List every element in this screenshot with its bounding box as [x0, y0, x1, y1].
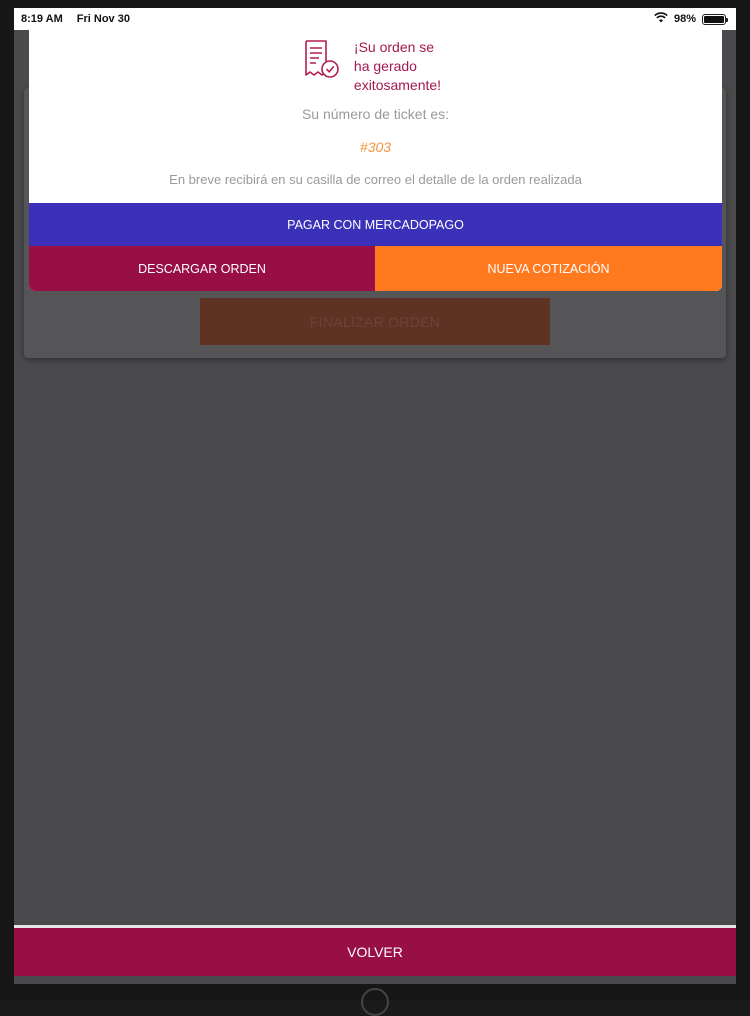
- finalize-order-button: FINALIZAR ORDEN: [200, 298, 550, 345]
- download-order-button[interactable]: DESCARGAR ORDEN: [29, 246, 375, 291]
- home-button[interactable]: [361, 988, 389, 1016]
- new-quote-button[interactable]: NUEVA COTIZACIÓN: [375, 246, 722, 291]
- status-time: 8:19 AM: [21, 13, 63, 25]
- pay-mercadopago-button[interactable]: PAGAR CON MERCADOPAGO: [29, 203, 722, 246]
- screen: 8:19 AM Fri Nov 30 98% FINALIZAR ORDEN ¡…: [14, 8, 736, 984]
- status-bar: 8:19 AM Fri Nov 30 98%: [14, 8, 736, 30]
- wifi-icon: [654, 12, 668, 26]
- email-info-text: En breve recibirá en su casilla de corre…: [169, 172, 582, 187]
- battery-percent: 98%: [673, 13, 696, 25]
- status-date: Fri Nov 30: [76, 13, 130, 25]
- ticket-label: Su número de ticket es:: [301, 106, 450, 122]
- device-frame: 8:19 AM Fri Nov 30 98% FINALIZAR ORDEN ¡…: [0, 0, 750, 1016]
- receipt-check-icon: [302, 38, 340, 85]
- battery-fill: [704, 15, 724, 23]
- battery-icon: [702, 13, 728, 25]
- back-button[interactable]: VOLVER: [14, 928, 736, 976]
- ticket-number: #303: [359, 139, 392, 155]
- order-success-modal: ¡Su orden se ha gerado exitosamente! Su …: [29, 26, 722, 291]
- modal-header: ¡Su orden se ha gerado exitosamente!: [29, 26, 722, 95]
- success-title: ¡Su orden se ha gerado exitosamente!: [353, 39, 442, 93]
